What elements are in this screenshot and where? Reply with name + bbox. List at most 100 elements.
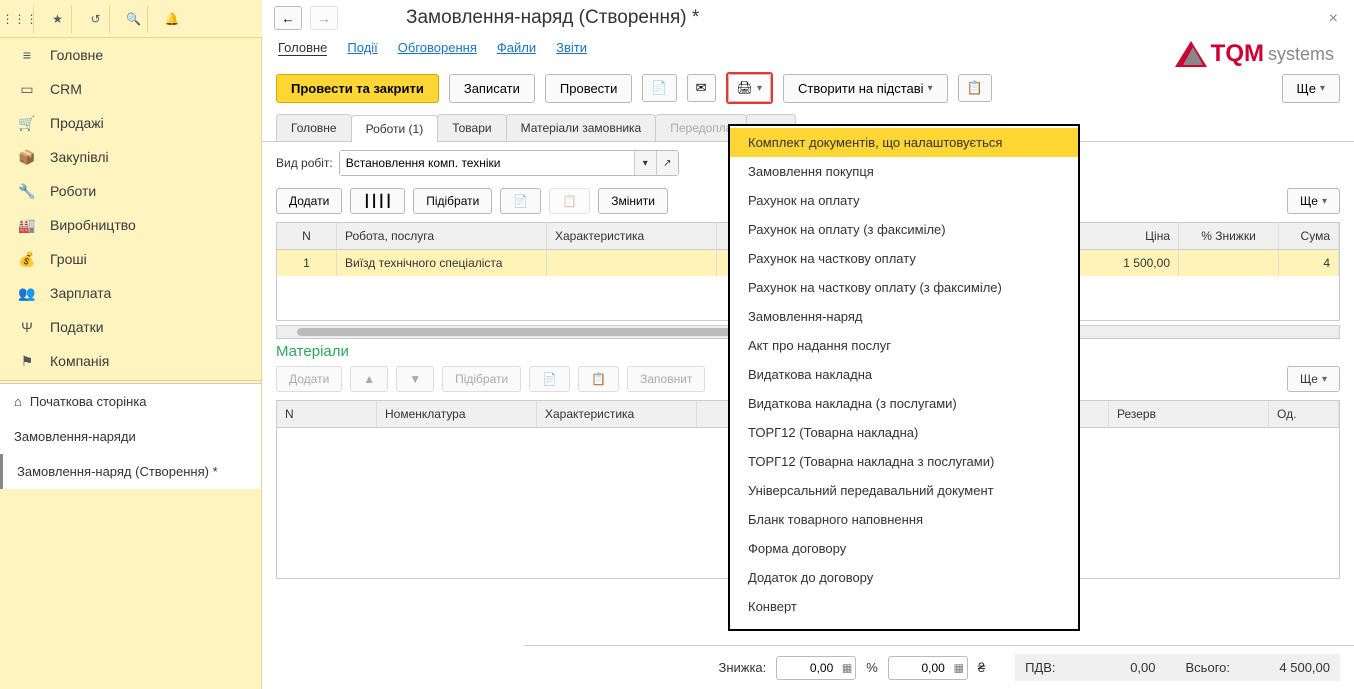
sidebar-item-Податки[interactable]: ΨПодатки <box>0 310 261 344</box>
calc-icon[interactable]: ▦ <box>842 661 852 674</box>
fill-material-button[interactable]: Заповнит <box>627 366 705 392</box>
sidebar-item-Гроші[interactable]: 💰Гроші <box>0 242 261 276</box>
pick-material-button[interactable]: Підібрати <box>442 366 521 392</box>
vat-label: ПДВ: <box>1025 660 1055 675</box>
post-and-close-button[interactable]: Провести та закрити <box>276 74 439 103</box>
tab-Роботи (1)[interactable]: Роботи (1) <box>351 115 439 142</box>
cart-icon: 🛒 <box>18 114 36 132</box>
subtab-events[interactable]: Події <box>347 40 377 56</box>
print-menu-item[interactable]: Універсальний передавальний документ <box>730 476 1078 505</box>
brand-logo: TQM systems <box>1175 40 1334 68</box>
print-menu-item[interactable]: ТОРГ12 (Товарна накладна з послугами) <box>730 447 1078 476</box>
subnav-item[interactable]: Замовлення-наряд (Створення) * <box>0 454 261 489</box>
tab-Матеріали замовника[interactable]: Матеріали замовника <box>506 114 657 141</box>
mcol-reserve[interactable]: Резерв <box>1109 401 1269 428</box>
print-menu-item[interactable]: Видаткова накладна (з послугами) <box>730 389 1078 418</box>
subnav-label: Замовлення-наряд (Створення) * <box>17 464 218 479</box>
sidebar-item-CRM[interactable]: ▭CRM <box>0 72 261 106</box>
col-discount[interactable]: % Знижки <box>1179 223 1279 250</box>
sidebar-item-label: Головне <box>50 47 103 63</box>
page-title: Замовлення-наряд (Створення) * <box>406 7 699 29</box>
apps-icon[interactable]: ⋮⋮⋮ <box>6 5 34 33</box>
mat-paste-icon[interactable]: 📋 <box>578 366 619 392</box>
move-up-icon[interactable]: ▲ <box>350 366 388 392</box>
mcol-char[interactable]: Характеристика <box>537 401 697 428</box>
col-sum[interactable]: Сума <box>1279 223 1339 250</box>
print-menu-item[interactable]: Форма договору <box>730 534 1078 563</box>
subnav-item[interactable]: Замовлення-наряди <box>0 419 261 454</box>
sidebar-item-Компанія[interactable]: ⚑Компанія <box>0 344 261 378</box>
attach-file-icon[interactable]: 📄 <box>642 74 676 102</box>
sidebar-item-Головне[interactable]: ≡Головне <box>0 38 261 72</box>
print-menu-item[interactable]: ТОРГ12 (Товарна накладна) <box>730 418 1078 447</box>
search-icon[interactable]: 🔍 <box>120 5 148 33</box>
add-material-button[interactable]: Додати <box>276 366 342 392</box>
save-button[interactable]: Записати <box>449 74 535 103</box>
tab-Головне[interactable]: Головне <box>276 114 352 141</box>
sidebar-item-Зарплата[interactable]: 👥Зарплата <box>0 276 261 310</box>
nav-back-button[interactable]: ← <box>274 6 302 30</box>
add-work-button[interactable]: Додати <box>276 188 342 214</box>
calc-icon-2[interactable]: ▦ <box>953 661 963 674</box>
subtab-main[interactable]: Головне <box>278 40 327 56</box>
close-icon[interactable]: × <box>1329 10 1338 28</box>
work-type-combo[interactable]: ▾ ↗ <box>339 150 679 176</box>
print-button[interactable]: 🖨 <box>728 74 772 102</box>
print-menu-item[interactable]: Конверт <box>730 592 1078 621</box>
print-menu-item[interactable]: Замовлення-наряд <box>730 302 1078 331</box>
sidebar-item-Виробництво[interactable]: 🏭Виробництво <box>0 208 261 242</box>
footer-bar: Знижка: ▦ % ▦ ₴ ПДВ: 0,00 Всього: 4 500,… <box>524 645 1354 689</box>
subtab-discussion[interactable]: Обговорення <box>398 40 477 56</box>
people-icon: 👥 <box>18 284 36 302</box>
wrench-icon: 🔧 <box>18 182 36 200</box>
more-button[interactable]: Ще <box>1282 74 1340 103</box>
create-based-button[interactable]: Створити на підставі <box>783 74 948 103</box>
history-icon[interactable]: ↺ <box>82 5 110 33</box>
print-menu-item[interactable]: Рахунок на часткову оплату (з факсиміле) <box>730 273 1078 302</box>
sidebar-item-label: Податки <box>50 319 104 335</box>
post-button[interactable]: Провести <box>545 74 633 103</box>
pick-work-button[interactable]: Підібрати <box>413 188 492 214</box>
move-down-icon[interactable]: ▼ <box>396 366 434 392</box>
tab-Товари[interactable]: Товари <box>437 114 506 141</box>
col-work[interactable]: Робота, послуга <box>337 223 547 250</box>
email-icon[interactable]: ✉ <box>687 74 716 102</box>
print-menu-item[interactable]: Бланк товарного наповнення <box>730 505 1078 534</box>
combo-dropdown-icon[interactable]: ▾ <box>634 151 656 175</box>
subtab-files[interactable]: Файли <box>497 40 536 56</box>
print-menu-item[interactable]: Комплект документів, що налаштовується <box>730 128 1078 157</box>
print-menu-item[interactable]: Замовлення покупця <box>730 157 1078 186</box>
print-menu-item[interactable]: Рахунок на оплату <box>730 186 1078 215</box>
col-price[interactable]: Ціна <box>1069 223 1179 250</box>
print-menu-item[interactable]: Видаткова накладна <box>730 360 1078 389</box>
report-icon[interactable]: 📋 <box>958 74 992 102</box>
materials-more-button[interactable]: Ще <box>1287 366 1340 392</box>
bell-icon[interactable]: 🔔 <box>158 5 186 33</box>
mcol-nom[interactable]: Номенклатура <box>377 401 537 428</box>
cell-sum: 4 <box>1279 250 1339 276</box>
nav-forward-button[interactable]: → <box>310 6 338 30</box>
sidebar-item-Закупівлі[interactable]: 📦Закупівлі <box>0 140 261 174</box>
print-menu-item[interactable]: Додаток до договору <box>730 563 1078 592</box>
sidebar-item-Продажі[interactable]: 🛒Продажі <box>0 106 261 140</box>
works-more-button[interactable]: Ще <box>1287 188 1340 214</box>
subnav-item[interactable]: ⌂Початкова сторінка <box>0 384 261 419</box>
print-menu-item[interactable]: Акт про надання послуг <box>730 331 1078 360</box>
star-icon[interactable]: ★ <box>44 5 72 33</box>
subtab-reports[interactable]: Звіти <box>556 40 587 56</box>
change-button[interactable]: Змінити <box>598 188 668 214</box>
work-type-input[interactable] <box>340 151 634 175</box>
print-dropdown-menu: Комплект документів, що налаштовуєтьсяЗа… <box>728 124 1080 631</box>
print-menu-item[interactable]: Рахунок на оплату (з факсиміле) <box>730 215 1078 244</box>
col-n[interactable]: N <box>277 223 337 250</box>
mcol-unit[interactable]: Од. <box>1269 401 1339 428</box>
combo-open-icon[interactable]: ↗ <box>656 151 678 175</box>
mat-copy-icon[interactable]: 📄 <box>529 366 570 392</box>
paste-icon[interactable]: 📋 <box>549 188 590 214</box>
mcol-n[interactable]: N <box>277 401 377 428</box>
sidebar-item-Роботи[interactable]: 🔧Роботи <box>0 174 261 208</box>
barcode-icon[interactable]: ┃┃┃┃ <box>350 188 405 214</box>
col-char[interactable]: Характеристика <box>547 223 717 250</box>
copy-icon[interactable]: 📄 <box>500 188 541 214</box>
print-menu-item[interactable]: Рахунок на часткову оплату <box>730 244 1078 273</box>
